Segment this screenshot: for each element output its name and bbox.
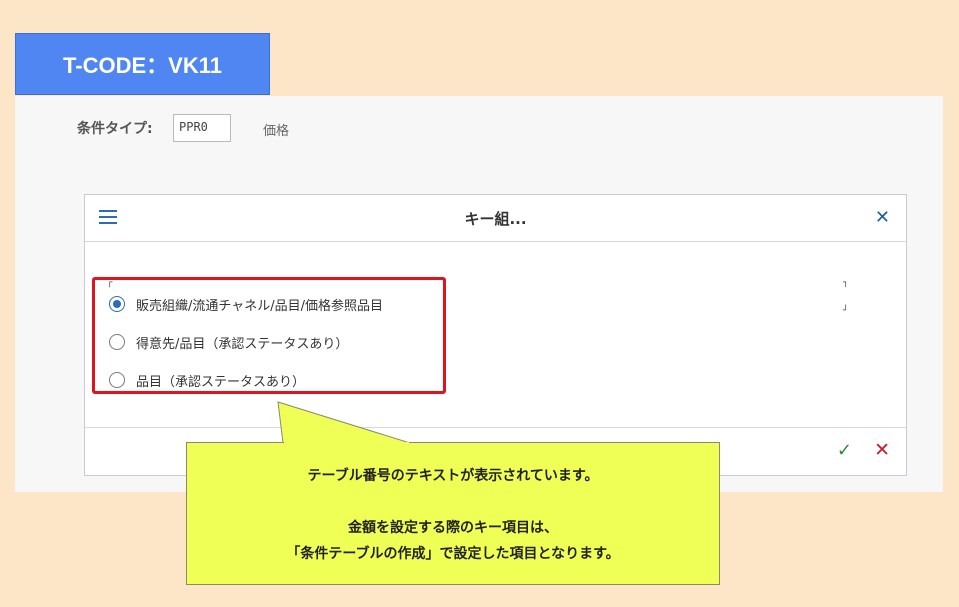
explanation-callout: テーブル番号のテキストが表示されています。 金額を設定する際のキー項目は、 「条… [186,442,720,585]
condition-type-description: 価格 [263,124,290,139]
sap-screen: 条件タイプ: PPR0 価格 キー組... ✕ ┌ └ ┐ ┘ 販売組織/流通チ… [15,96,943,492]
cancel-icon[interactable]: ✕ [874,439,890,461]
highlight-frame [92,277,446,394]
focus-bracket-br: ┘ [843,306,849,316]
dialog-title: キー組... [464,210,527,228]
checkmark-icon[interactable]: ✓ [837,440,852,461]
callout-line-2: 金額を設定する際のキー項目は、 [348,519,558,535]
tcode-banner: T-CODE：VK11 [15,33,270,95]
focus-bracket-tr: ┐ [843,278,849,288]
callout-line-3: 「条件テーブルの作成」で設定した項目となります。 [286,545,620,561]
key-combination-dialog: キー組... ✕ ┌ └ ┐ ┘ 販売組織/流通チャネル/品目/価格参照品目 得… [84,194,907,476]
close-icon[interactable]: ✕ [875,207,890,228]
condition-type-label: 条件タイプ: [77,121,153,137]
dialog-header: キー組... ✕ [85,195,906,242]
condition-type-field[interactable]: PPR0 [173,114,231,142]
callout-line-1: テーブル番号のテキストが表示されています。 [307,467,599,483]
